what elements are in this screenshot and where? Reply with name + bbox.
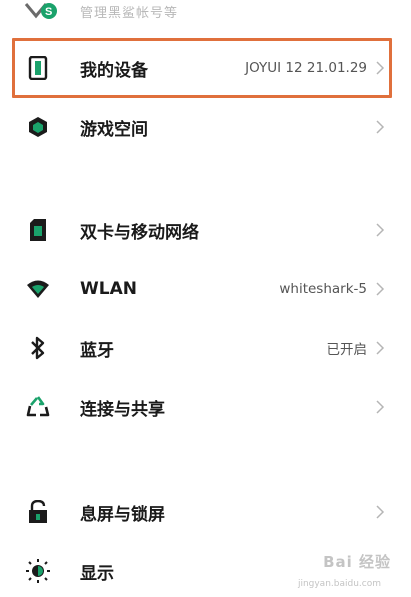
account-icon: S xyxy=(24,2,57,20)
account-subtitle: 管理黑鲨帐号等 xyxy=(80,6,179,21)
game-space-row[interactable]: 游戏空间 xyxy=(0,97,411,157)
brightness-icon xyxy=(26,559,50,583)
watermark-brand: Bai 经验 xyxy=(323,553,391,571)
watermark-url: jingyan.baidu.com xyxy=(297,579,381,589)
sim-card-icon xyxy=(26,218,50,242)
highlight-box xyxy=(12,38,392,98)
wlan-row[interactable]: WLAN whiteshark-5 xyxy=(0,259,411,319)
sim-network-label: 双卡与移动网络 xyxy=(80,222,199,243)
display-label: 显示 xyxy=(80,563,114,584)
lock-icon xyxy=(26,500,50,524)
chevron-right-icon xyxy=(376,120,385,134)
baidu-watermark: Bai 经验 jingyan.baidu.com xyxy=(279,551,399,591)
lock-screen-label: 息屏与锁屏 xyxy=(80,504,165,525)
chevron-right-icon xyxy=(376,505,385,519)
game-space-label: 游戏空间 xyxy=(80,119,148,140)
share-icon xyxy=(26,395,50,419)
account-row-partial[interactable]: S 管理黑鲨帐号等 xyxy=(0,0,411,30)
bluetooth-label: 蓝牙 xyxy=(80,340,114,361)
bluetooth-icon xyxy=(26,336,50,360)
chevron-right-icon xyxy=(376,341,385,355)
bluetooth-status-value: 已开启 xyxy=(326,342,368,358)
wifi-network-value: whiteshark-5 xyxy=(279,281,367,297)
chevron-right-icon xyxy=(376,223,385,237)
sim-network-row[interactable]: 双卡与移动网络 xyxy=(0,200,411,260)
chevron-right-icon xyxy=(376,282,385,296)
wifi-icon xyxy=(26,277,50,301)
bluetooth-row[interactable]: 蓝牙 已开启 xyxy=(0,318,411,378)
game-cube-icon xyxy=(26,115,50,139)
lock-screen-row[interactable]: 息屏与锁屏 xyxy=(0,482,411,542)
connection-sharing-label: 连接与共享 xyxy=(80,399,165,420)
svg-text:S: S xyxy=(45,6,52,18)
wlan-label: WLAN xyxy=(80,279,137,299)
connection-sharing-row[interactable]: 连接与共享 xyxy=(0,377,411,437)
chevron-right-icon xyxy=(376,400,385,414)
